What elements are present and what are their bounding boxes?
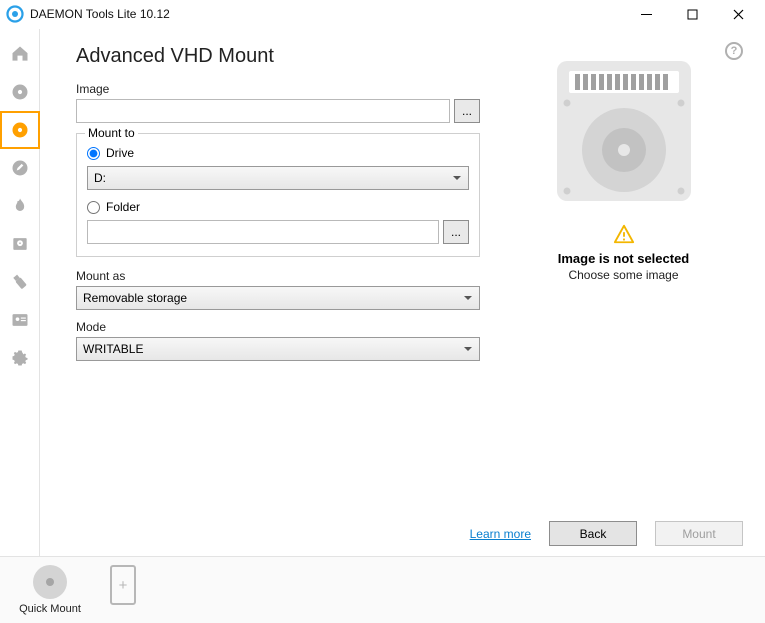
- sidebar-home[interactable]: [0, 35, 40, 73]
- radio-drive-label: Drive: [106, 146, 134, 160]
- hdd-illustration-icon: [549, 55, 699, 205]
- sidebar-edit[interactable]: [0, 149, 40, 187]
- image-path-input[interactable]: [76, 99, 450, 123]
- sidebar-usb[interactable]: [0, 263, 40, 301]
- sidebar-contacts[interactable]: [0, 301, 40, 339]
- sidebar: [0, 29, 40, 556]
- title-bar: DAEMON Tools Lite 10.12: [0, 0, 765, 28]
- add-device-button[interactable]: +: [110, 565, 136, 605]
- mount-as-select[interactable]: Removable storage: [76, 286, 480, 310]
- sidebar-image-mount[interactable]: [0, 111, 40, 149]
- drive-letter-select[interactable]: D:: [87, 166, 469, 190]
- help-icon[interactable]: ?: [725, 42, 743, 60]
- drive-letter-value: D:: [94, 171, 106, 185]
- radio-drive-input[interactable]: [87, 147, 100, 160]
- folder-path-input[interactable]: [87, 220, 439, 244]
- back-button[interactable]: Back: [549, 521, 637, 546]
- page-title: Advanced VHD Mount: [76, 45, 480, 68]
- radio-folder-label: Folder: [106, 200, 140, 214]
- info-panel: Image is not selected Choose some image: [500, 45, 747, 552]
- mode-label: Mode: [76, 320, 480, 334]
- radio-folder-input[interactable]: [87, 201, 100, 214]
- phone-plus-icon: +: [110, 565, 136, 605]
- minimize-button[interactable]: [623, 0, 669, 28]
- mount-button[interactable]: Mount: [655, 521, 743, 546]
- maximize-button[interactable]: [669, 0, 715, 28]
- disc-icon: [33, 565, 67, 599]
- mount-as-value: Removable storage: [83, 291, 187, 305]
- radio-drive[interactable]: Drive: [87, 146, 469, 160]
- app-logo-icon: [6, 5, 24, 23]
- info-subtitle: Choose some image: [568, 268, 678, 282]
- sidebar-disc[interactable]: [0, 73, 40, 111]
- browse-folder-button[interactable]: ...: [443, 220, 469, 244]
- main-pane: ? Advanced VHD Mount Image ... Mount to …: [40, 29, 765, 556]
- mount-as-label: Mount as: [76, 269, 480, 283]
- info-title: Image is not selected: [558, 251, 690, 266]
- quick-mount-button[interactable]: Quick Mount: [18, 565, 82, 615]
- mode-value: WRITABLE: [83, 342, 143, 356]
- browse-image-button[interactable]: ...: [454, 99, 480, 123]
- mount-to-label: Mount to: [85, 126, 138, 140]
- sidebar-hdd[interactable]: [0, 225, 40, 263]
- sidebar-settings[interactable]: [0, 339, 40, 377]
- mount-to-group: Mount to Drive D: Folder ...: [76, 133, 480, 257]
- mode-select[interactable]: WRITABLE: [76, 337, 480, 361]
- radio-folder[interactable]: Folder: [87, 200, 469, 214]
- close-button[interactable]: [715, 0, 761, 28]
- sidebar-burn[interactable]: [0, 187, 40, 225]
- warning-icon: [613, 223, 635, 245]
- app-title: DAEMON Tools Lite 10.12: [30, 7, 623, 21]
- learn-more-link[interactable]: Learn more: [470, 527, 531, 541]
- image-label: Image: [76, 82, 480, 96]
- quick-mount-label: Quick Mount: [19, 603, 81, 615]
- bottom-bar: Quick Mount +: [0, 556, 765, 623]
